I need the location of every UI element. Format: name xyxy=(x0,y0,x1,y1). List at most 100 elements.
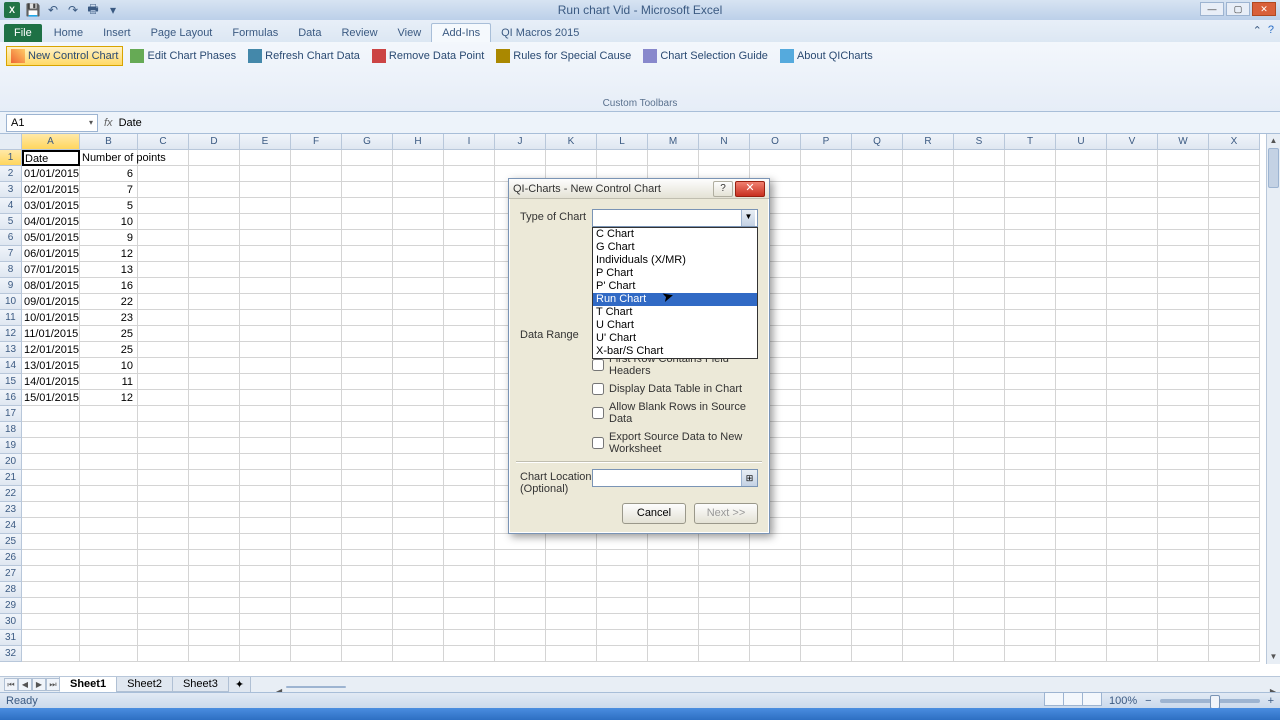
chart-type-option[interactable]: P' Chart xyxy=(593,280,757,293)
row-header-7[interactable]: 7 xyxy=(0,246,22,262)
cell[interactable] xyxy=(801,518,852,534)
cell[interactable]: 10/01/2015 xyxy=(22,310,80,326)
row-header-1[interactable]: 1 xyxy=(0,150,22,166)
cell[interactable] xyxy=(342,198,393,214)
cell[interactable] xyxy=(189,406,240,422)
chart-type-option[interactable]: Individuals (X/MR) xyxy=(593,254,757,267)
cell[interactable] xyxy=(80,598,138,614)
cell[interactable] xyxy=(444,630,495,646)
cell[interactable] xyxy=(495,598,546,614)
minimize-button[interactable]: — xyxy=(1200,2,1224,16)
cell[interactable] xyxy=(1209,214,1260,230)
row-header-21[interactable]: 21 xyxy=(0,470,22,486)
cell[interactable] xyxy=(444,502,495,518)
cell[interactable] xyxy=(393,630,444,646)
cell[interactable] xyxy=(1107,182,1158,198)
qat-more-icon[interactable]: ▾ xyxy=(104,2,122,18)
cell[interactable] xyxy=(444,486,495,502)
cell[interactable] xyxy=(1158,486,1209,502)
cell[interactable]: 25 xyxy=(80,342,138,358)
cell[interactable] xyxy=(1107,198,1158,214)
cell[interactable] xyxy=(22,486,80,502)
cell[interactable]: 23 xyxy=(80,310,138,326)
cell[interactable] xyxy=(138,358,189,374)
cell[interactable] xyxy=(393,166,444,182)
cell[interactable] xyxy=(1056,534,1107,550)
cell[interactable] xyxy=(1158,550,1209,566)
cell[interactable] xyxy=(189,278,240,294)
cell[interactable] xyxy=(1107,438,1158,454)
cell[interactable] xyxy=(1158,422,1209,438)
cell[interactable] xyxy=(138,326,189,342)
cell[interactable] xyxy=(852,214,903,230)
cell[interactable] xyxy=(189,438,240,454)
cell[interactable] xyxy=(444,182,495,198)
cell[interactable] xyxy=(954,438,1005,454)
cell[interactable] xyxy=(648,566,699,582)
cell[interactable] xyxy=(852,406,903,422)
cell[interactable] xyxy=(1209,390,1260,406)
cell[interactable] xyxy=(1158,390,1209,406)
cell[interactable] xyxy=(240,262,291,278)
cell[interactable] xyxy=(189,198,240,214)
cell[interactable] xyxy=(342,390,393,406)
cell[interactable] xyxy=(1209,438,1260,454)
cell[interactable] xyxy=(801,166,852,182)
cell[interactable] xyxy=(1056,518,1107,534)
cell[interactable] xyxy=(750,566,801,582)
cell[interactable] xyxy=(750,630,801,646)
cell[interactable] xyxy=(954,630,1005,646)
cell[interactable] xyxy=(1107,310,1158,326)
help-icon[interactable]: ? xyxy=(1268,24,1274,37)
row-header-19[interactable]: 19 xyxy=(0,438,22,454)
cell[interactable]: 02/01/2015 xyxy=(22,182,80,198)
col-header-M[interactable]: M xyxy=(648,134,699,150)
cell[interactable] xyxy=(80,454,138,470)
cell[interactable] xyxy=(444,294,495,310)
cell[interactable] xyxy=(801,566,852,582)
cell[interactable] xyxy=(1005,358,1056,374)
cell[interactable] xyxy=(954,182,1005,198)
cell[interactable] xyxy=(852,438,903,454)
cell[interactable] xyxy=(801,406,852,422)
cell[interactable] xyxy=(801,646,852,662)
cell[interactable] xyxy=(1056,326,1107,342)
cell[interactable] xyxy=(138,342,189,358)
cell[interactable] xyxy=(852,294,903,310)
cell[interactable] xyxy=(1107,614,1158,630)
cell[interactable]: 13/01/2015 xyxy=(22,358,80,374)
cell[interactable] xyxy=(189,534,240,550)
cell[interactable] xyxy=(444,454,495,470)
cell[interactable] xyxy=(80,614,138,630)
cell[interactable] xyxy=(444,518,495,534)
cell[interactable] xyxy=(240,214,291,230)
cell[interactable] xyxy=(1107,534,1158,550)
cell[interactable] xyxy=(903,390,954,406)
cell[interactable] xyxy=(342,150,393,166)
cell[interactable] xyxy=(22,566,80,582)
cell[interactable] xyxy=(291,246,342,262)
cell[interactable] xyxy=(801,550,852,566)
cell[interactable] xyxy=(1005,550,1056,566)
row-header-27[interactable]: 27 xyxy=(0,566,22,582)
cell[interactable] xyxy=(1107,422,1158,438)
cell[interactable] xyxy=(903,198,954,214)
cell[interactable] xyxy=(1107,646,1158,662)
cell[interactable]: 10 xyxy=(80,358,138,374)
cell[interactable] xyxy=(1107,294,1158,310)
row-header-29[interactable]: 29 xyxy=(0,598,22,614)
cell[interactable] xyxy=(189,246,240,262)
cell[interactable] xyxy=(393,278,444,294)
cell[interactable] xyxy=(1158,358,1209,374)
cell[interactable] xyxy=(291,502,342,518)
cell[interactable] xyxy=(80,582,138,598)
cell[interactable] xyxy=(546,550,597,566)
cell[interactable] xyxy=(852,470,903,486)
cell[interactable] xyxy=(1005,598,1056,614)
cell[interactable]: 11 xyxy=(80,374,138,390)
cell[interactable] xyxy=(648,614,699,630)
cell[interactable] xyxy=(444,550,495,566)
cell[interactable] xyxy=(138,246,189,262)
col-header-G[interactable]: G xyxy=(342,134,393,150)
cell[interactable] xyxy=(801,454,852,470)
